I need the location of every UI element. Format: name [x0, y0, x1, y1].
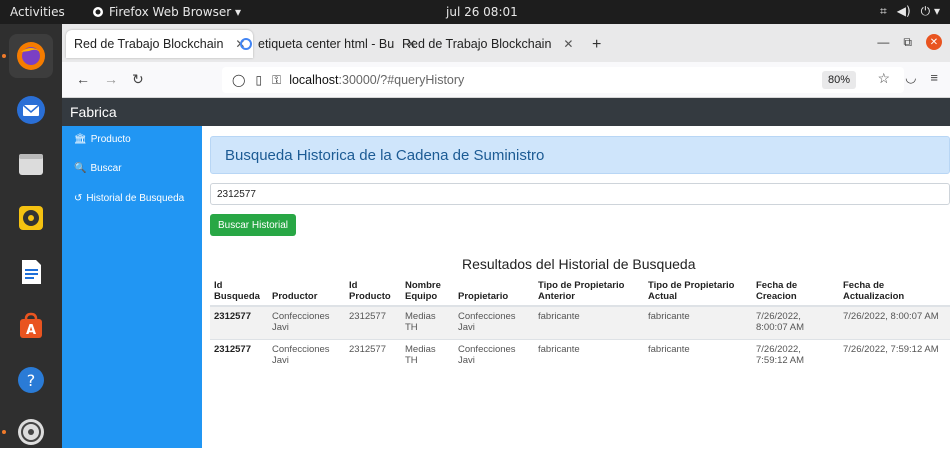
cell-tipo-anterior: fabricante — [534, 305, 644, 340]
power-icon: ⏻ ▾ — [920, 4, 940, 18]
new-tab-icon[interactable]: + — [592, 36, 601, 54]
cell-id-producto: 2312577 — [345, 305, 401, 340]
sidebar-item-historial[interactable]: ↺ Historial de Busqueda — [74, 193, 184, 204]
column-header: Propietario — [454, 278, 534, 307]
column-header: Fecha de Creacion — [752, 278, 839, 307]
tab-blockchain[interactable]: Red de Trabajo Blockchain ✕ — [394, 30, 581, 58]
cell-productor: Confecciones Javi — [268, 305, 345, 340]
close-icon[interactable]: ✕ — [563, 37, 573, 51]
bookmark-star-icon[interactable]: ☆ — [877, 70, 890, 87]
tab-blockchain-active[interactable]: Red de Trabajo Blockchain ✕ — [66, 30, 254, 58]
gnome-top-bar: Activities Firefox Web Browser ▾ jul 26 … — [0, 0, 950, 24]
cell-productor: Confecciones Javi — [268, 339, 345, 372]
bank-icon: 🏛 — [74, 134, 87, 145]
firefox-icon — [93, 7, 103, 17]
tab-strip: Red de Trabajo Blockchain ✕ etiqueta cen… — [62, 24, 950, 62]
sidebar-item-label: Buscar — [90, 163, 122, 174]
column-header: Nombre Equipo — [401, 278, 454, 307]
cell-fecha-creacion: 7/26/2022, 7:59:12 AM — [752, 339, 839, 372]
disc-dock-icon[interactable] — [9, 410, 53, 454]
column-header: Fecha de Actualizacion — [839, 278, 950, 307]
clock[interactable]: jul 26 08:01 — [446, 5, 518, 19]
search-input[interactable] — [210, 183, 950, 205]
app-menu[interactable]: Firefox Web Browser ▾ — [92, 5, 241, 19]
maximize-icon[interactable]: ⧉ — [903, 35, 912, 50]
results-title: Resultados del Historial de Busqueda — [462, 256, 696, 272]
rhythmbox-dock-icon[interactable] — [9, 196, 53, 240]
column-header: Id Producto — [345, 278, 401, 307]
sidebar-item-label: Producto — [90, 134, 131, 145]
column-header: Productor — [268, 278, 345, 307]
brand[interactable]: Fabrica — [70, 104, 117, 120]
writer-dock-icon[interactable] — [9, 250, 53, 294]
zoom-level[interactable]: 80% — [821, 71, 856, 89]
system-menu[interactable]: ⌗ ◀) ⏻ ▾ — [880, 4, 940, 19]
tab-label: Red de Trabajo Blockchain — [402, 37, 552, 51]
tab-label: etiqueta center html - Bu — [258, 37, 395, 51]
cell-propietario: Confecciones Javi — [454, 305, 534, 340]
search-icon: 🔍 — [74, 163, 87, 174]
firefox-dock-icon[interactable] — [9, 34, 53, 78]
app-menu-label: Firefox Web Browser ▾ — [109, 5, 241, 19]
sidebar: 🏛 Producto 🔍 Buscar ↺ Historial de Busqu… — [62, 126, 202, 448]
cell-tipo-actual: fabricante — [644, 305, 752, 340]
cell-id-busqueda: 2312577 — [210, 339, 268, 372]
menu-icon[interactable]: ≡ — [930, 70, 938, 86]
cell-id-producto: 2312577 — [345, 339, 401, 372]
shield-icon: ◯ — [232, 73, 246, 87]
close-window-icon[interactable]: ✕ — [926, 34, 942, 50]
sidebar-item-producto[interactable]: 🏛 Producto — [74, 134, 131, 145]
main-content: Busqueda Historica de la Cadena de Sumin… — [202, 126, 950, 448]
column-header: Id Busqueda — [210, 278, 268, 307]
network-icon: ⌗ — [879, 4, 887, 18]
running-indicator — [2, 54, 6, 58]
pocket-icon[interactable]: ◡ — [905, 70, 916, 86]
url-path: :30000/?#queryHistory — [338, 73, 465, 87]
google-icon — [240, 38, 252, 50]
results-table: Id Busqueda Productor Id Producto Nombre… — [210, 278, 950, 372]
svg-text:A: A — [26, 323, 36, 338]
software-dock-icon[interactable]: A — [9, 304, 53, 348]
tab-label: Red de Trabajo Blockchain — [74, 37, 224, 51]
cell-propietario: Confecciones Javi — [454, 339, 534, 372]
activities-button[interactable]: Activities — [10, 5, 65, 19]
reload-icon[interactable]: ↻ — [132, 71, 144, 88]
volume-icon: ◀) — [896, 4, 911, 18]
dock: A ? — [0, 24, 62, 448]
table-row: 2312577 Confecciones Javi 2312577 Medias… — [210, 305, 950, 340]
forward-icon[interactable]: → — [104, 71, 118, 87]
cell-fecha-actualizacion: 7/26/2022, 8:00:07 AM — [839, 305, 950, 340]
history-icon: ↺ — [74, 193, 83, 204]
window-controls: — ⧉ ✕ — [877, 34, 942, 50]
page-title: Busqueda Historica de la Cadena de Sumin… — [210, 136, 950, 174]
url-bar[interactable]: ◯ ▯ ⚿ localhost:30000/?#queryHistory 80%… — [222, 67, 904, 93]
help-dock-icon[interactable]: ? — [9, 358, 53, 402]
cell-fecha-actualizacion: 7/26/2022, 7:59:12 AM — [839, 339, 950, 372]
files-dock-icon[interactable] — [9, 142, 53, 186]
permissions-icon: ⚿ — [272, 72, 282, 87]
table-header-row: Id Busqueda Productor Id Producto Nombre… — [210, 278, 950, 307]
cell-id-busqueda: 2312577 — [210, 305, 268, 340]
nav-bar: ← → ↻ ◯ ▯ ⚿ localhost:30000/?#queryHisto… — [62, 62, 950, 98]
cell-tipo-actual: fabricante — [644, 339, 752, 372]
column-header: Tipo de Propietario Anterior — [534, 278, 644, 307]
page-navbar: Fabrica — [62, 98, 950, 126]
cell-tipo-anterior: fabricante — [534, 339, 644, 372]
url-host: localhost — [289, 73, 339, 87]
sidebar-item-buscar[interactable]: 🔍 Buscar — [74, 163, 122, 174]
page-icon: ▯ — [255, 73, 263, 87]
cell-nombre-equipo: Medias TH — [401, 339, 454, 372]
table-row: 2312577 Confecciones Javi 2312577 Medias… — [210, 339, 950, 372]
minimize-icon[interactable]: — — [877, 35, 889, 49]
buscar-historial-button[interactable]: Buscar Historial — [210, 214, 296, 236]
thunderbird-dock-icon[interactable] — [9, 88, 53, 132]
toolbar-right: ◡ ≡ — [905, 70, 938, 86]
column-header: Tipo de Propietario Actual — [644, 278, 752, 307]
cell-nombre-equipo: Medias TH — [401, 305, 454, 340]
back-icon[interactable]: ← — [76, 71, 90, 87]
running-indicator — [2, 430, 6, 434]
svg-text:?: ? — [27, 371, 36, 390]
sidebar-item-label: Historial de Busqueda — [86, 193, 185, 204]
cell-fecha-creacion: 7/26/2022, 8:00:07 AM — [752, 305, 839, 340]
